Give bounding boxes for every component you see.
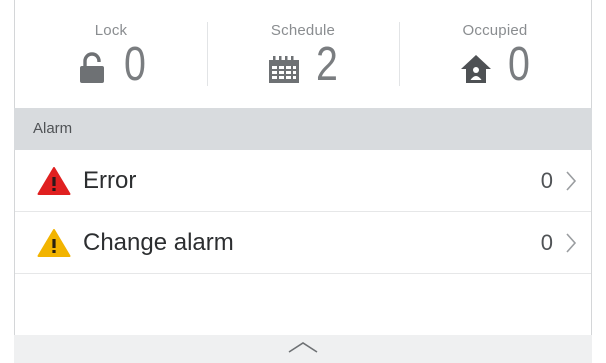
lock-counter[interactable]: Lock 0: [15, 0, 207, 108]
expand-panel-handle[interactable]: [14, 335, 592, 363]
home-occupied-icon: [456, 47, 496, 85]
calendar-icon: [264, 47, 304, 85]
lock-icon: [72, 47, 112, 85]
alarm-list: Error 0 Change alarm 0: [14, 150, 592, 335]
status-screen: Lock 0 Schedule 2 Occupied 0 Alarm Error…: [0, 0, 606, 363]
chevron-up-icon: [287, 340, 319, 359]
alarm-item-count: 0: [540, 167, 553, 193]
occupied-counter-label: Occupied: [462, 22, 528, 39]
occupied-counter-value: 0: [507, 38, 530, 91]
chevron-right-icon: [565, 232, 577, 254]
lock-counter-label: Lock: [94, 22, 128, 39]
chevron-right-icon: [565, 170, 577, 192]
alarm-item-change-alarm[interactable]: Change alarm 0: [15, 212, 591, 274]
occupied-counter[interactable]: Occupied 0: [399, 0, 591, 108]
alarm-item-count: 0: [540, 229, 553, 255]
schedule-counter[interactable]: Schedule 2: [207, 0, 399, 108]
change-alarm-warning-icon: [37, 228, 71, 258]
status-counters: Lock 0 Schedule 2 Occupied 0: [14, 0, 592, 108]
alarm-item-label: Error: [83, 166, 137, 194]
schedule-counter-label: Schedule: [270, 22, 336, 39]
alarm-item-label: Change alarm: [83, 228, 234, 256]
lock-counter-value: 0: [123, 38, 146, 91]
alarm-item-error[interactable]: Error 0: [15, 150, 591, 212]
alarm-section-header: Alarm: [14, 108, 592, 150]
error-warning-icon: [37, 166, 71, 196]
schedule-counter-value: 2: [315, 38, 338, 91]
